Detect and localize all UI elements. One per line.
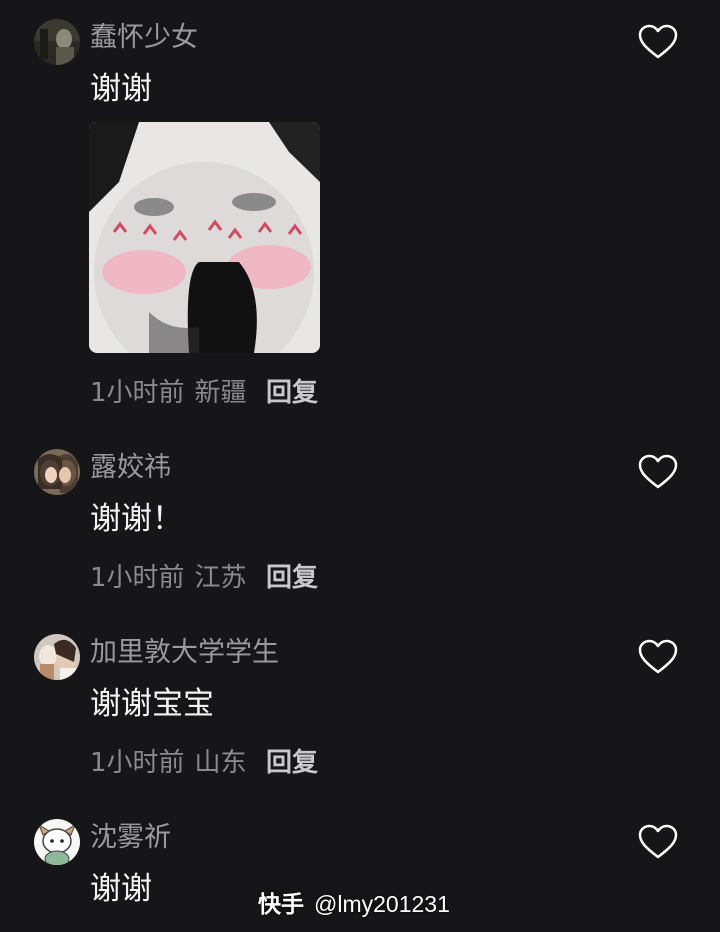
- comment-item: 加里敦大学学生 谢谢宝宝 1小时前 山东 回复: [0, 625, 720, 805]
- comment-text: 谢谢: [90, 71, 152, 107]
- location: 新疆: [194, 378, 247, 408]
- username[interactable]: 露姣祎: [90, 454, 171, 481]
- timestamp: 1小时前: [90, 378, 185, 408]
- heart-outline-icon: [638, 639, 678, 674]
- like-button[interactable]: [638, 824, 678, 860]
- avatar[interactable]: [34, 449, 80, 495]
- reply-button[interactable]: 回复: [266, 565, 318, 591]
- watermark: 快手 @lmy201231: [258, 893, 450, 917]
- comment-text: 谢谢: [90, 871, 152, 907]
- username[interactable]: 加里敦大学学生: [90, 639, 279, 666]
- reply-button[interactable]: 回复: [266, 750, 318, 776]
- timestamp: 1小时前: [90, 748, 185, 778]
- location: 山东: [194, 748, 247, 778]
- like-button[interactable]: [638, 639, 678, 675]
- reply-button[interactable]: 回复: [266, 380, 318, 406]
- username[interactable]: 沈雾祈: [90, 824, 171, 851]
- comment-item: 露姣祎 谢谢！ 1小时前 江苏 回复: [0, 440, 720, 620]
- comment-meta: 1小时前 江苏: [90, 565, 247, 591]
- location: 江苏: [194, 563, 247, 593]
- avatar[interactable]: [34, 819, 80, 865]
- username[interactable]: 蠢怀少女: [90, 24, 198, 51]
- like-button[interactable]: [638, 24, 678, 60]
- avatar[interactable]: [34, 19, 80, 65]
- timestamp: 1小时前: [90, 563, 185, 593]
- watermark-brand: 快手: [258, 892, 304, 918]
- avatar[interactable]: [34, 634, 80, 680]
- heart-outline-icon: [638, 454, 678, 489]
- heart-outline-icon: [638, 24, 678, 59]
- comment-item: 蠢怀少女 谢谢 1小时前 新疆 回复: [0, 0, 720, 420]
- watermark-handle: @lmy201231: [314, 891, 450, 917]
- like-button[interactable]: [638, 454, 678, 490]
- comment-meta: 1小时前 山东: [90, 750, 247, 776]
- sticker-image[interactable]: [89, 122, 320, 353]
- comment-text: 谢谢！: [90, 501, 183, 537]
- comment-meta: 1小时前 新疆: [90, 380, 247, 406]
- comment-text: 谢谢宝宝: [90, 686, 214, 722]
- heart-outline-icon: [638, 824, 678, 859]
